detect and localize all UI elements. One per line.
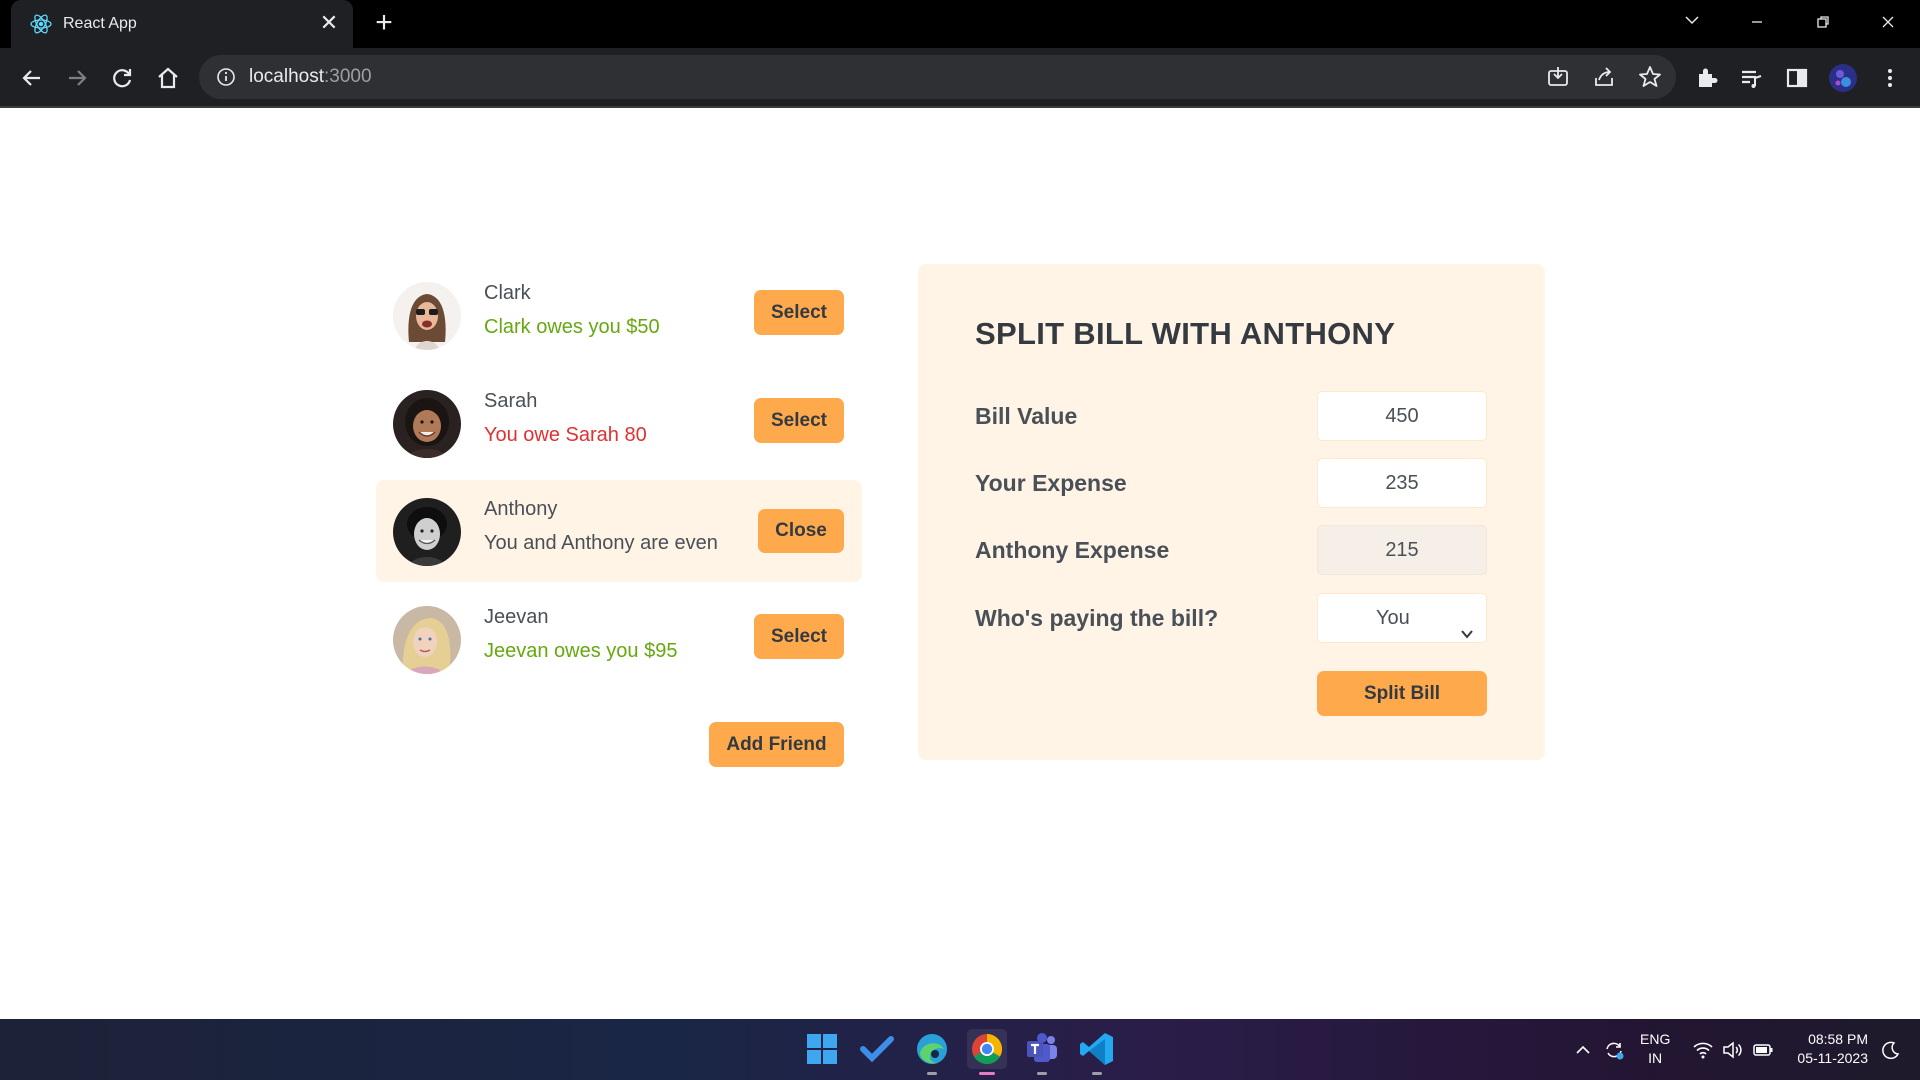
select-friend-button[interactable]: Select — [754, 398, 844, 443]
friend-name: Clark — [484, 282, 531, 304]
close-tab-icon[interactable]: ✕ — [317, 12, 341, 36]
running-indicator — [979, 1072, 995, 1075]
tab-title: React App — [63, 15, 137, 32]
react-logo-icon — [29, 12, 53, 36]
clock[interactable]: 08:58 PM 05-11-2023 — [1792, 1031, 1868, 1066]
avatar — [393, 390, 461, 458]
running-indicator — [1092, 1072, 1102, 1075]
select-friend-button[interactable]: Select — [754, 290, 844, 335]
address-bar[interactable]: localhost:3000 — [199, 55, 1676, 99]
friend-balance: You owe Sarah 80 — [484, 424, 647, 446]
bill-value-input[interactable]: 450 — [1317, 391, 1487, 441]
add-friend-button[interactable]: Add Friend — [709, 722, 844, 767]
show-hidden-icons-icon[interactable] — [1572, 1039, 1594, 1061]
browser-toolbar: localhost:3000 — [0, 48, 1920, 108]
split-bill-button[interactable]: Split Bill — [1317, 671, 1487, 716]
wifi-icon[interactable] — [1692, 1039, 1714, 1061]
friend-item-sarah: Sarah You owe Sarah 80 Select — [376, 372, 862, 474]
bookmark-star-icon[interactable] — [1637, 64, 1663, 90]
vscode-app-icon[interactable] — [1077, 1029, 1117, 1075]
friend-balance: You and Anthony are even — [484, 532, 718, 554]
friend-balance: Jeevan owes you $95 — [484, 640, 678, 662]
minimize-icon[interactable] — [1741, 8, 1773, 40]
running-indicator — [927, 1072, 937, 1075]
tab-search-icon[interactable] — [1676, 8, 1708, 40]
friend-expense-label: Anthony Expense — [975, 537, 1170, 563]
friend-name: Sarah — [484, 390, 538, 412]
your-expense-label: Your Expense — [975, 470, 1127, 496]
your-expense-input[interactable]: 235 — [1317, 458, 1487, 508]
payer-select[interactable]: You — [1317, 593, 1487, 643]
browser-tab[interactable]: React App ✕ — [11, 0, 353, 48]
side-panel-icon[interactable] — [1781, 62, 1813, 94]
close-window-icon[interactable] — [1872, 8, 1904, 40]
friend-item-clark: Clark Clark owes you $50 Select — [376, 264, 862, 366]
friend-name: Jeevan — [484, 606, 549, 628]
friend-balance: Clark owes you $50 — [484, 316, 660, 338]
todo-app-icon[interactable] — [857, 1029, 897, 1069]
clock-date: 05-11-2023 — [1797, 1050, 1868, 1066]
do-not-disturb-icon[interactable] — [1880, 1039, 1902, 1061]
sync-icon[interactable] — [1603, 1039, 1625, 1061]
home-icon[interactable] — [152, 62, 184, 94]
new-tab-icon[interactable]: + — [370, 8, 398, 38]
avatar — [393, 606, 461, 674]
restore-icon[interactable] — [1807, 8, 1839, 40]
browser-tab-bar: React App ✕ + — [0, 0, 1920, 48]
teams-app-icon[interactable] — [1022, 1029, 1062, 1075]
friend-item-jeevan: Jeevan Jeevan owes you $95 Select — [376, 588, 862, 690]
app-page: Clark Clark owes you $50 Select Sarah Yo… — [0, 110, 1920, 1019]
profile-avatar[interactable] — [1827, 62, 1859, 94]
url-host: localhost — [249, 66, 324, 87]
back-icon[interactable] — [16, 62, 48, 94]
reload-icon[interactable] — [106, 62, 138, 94]
friend-item-anthony: Anthony You and Anthony are even Close — [376, 480, 862, 582]
payer-label: Who's paying the bill? — [975, 605, 1219, 631]
split-bill-form: SPLIT BILL WITH ANTHONY Bill Value 450 Y… — [918, 264, 1545, 760]
extensions-icon[interactable] — [1690, 62, 1722, 94]
url-text: localhost:3000 — [249, 66, 372, 88]
site-info-icon[interactable] — [215, 66, 237, 88]
avatar — [393, 498, 461, 566]
close-friend-button[interactable]: Close — [758, 509, 844, 553]
friend-expense-input: 215 — [1317, 525, 1487, 575]
running-indicator — [1037, 1072, 1047, 1075]
share-icon[interactable] — [1591, 64, 1617, 90]
bill-value-label: Bill Value — [975, 403, 1078, 429]
payer-selected-value: You — [1376, 607, 1410, 629]
windows-taskbar: ENG IN 08:58 PM 05-11-2023 — [0, 1019, 1920, 1080]
more-menu-icon[interactable] — [1874, 62, 1906, 94]
install-app-icon[interactable] — [1545, 64, 1571, 90]
volume-icon[interactable] — [1721, 1039, 1743, 1061]
url-port: :3000 — [324, 66, 372, 87]
friend-name: Anthony — [484, 498, 558, 520]
language-indicator[interactable]: ENG IN — [1640, 1031, 1670, 1066]
start-menu-icon[interactable] — [802, 1029, 842, 1069]
chrome-browser-icon[interactable] — [967, 1029, 1007, 1075]
form-title: SPLIT BILL WITH ANTHONY — [975, 316, 1396, 351]
language-text: ENG — [1640, 1031, 1671, 1047]
avatar — [393, 282, 461, 350]
forward-icon[interactable] — [61, 62, 93, 94]
region-text: IN — [1648, 1050, 1663, 1066]
edge-browser-icon[interactable] — [912, 1029, 952, 1075]
media-controls-icon[interactable] — [1735, 62, 1767, 94]
clock-time: 08:58 PM — [1808, 1031, 1868, 1047]
select-friend-button[interactable]: Select — [754, 614, 844, 659]
chevron-down-icon — [1460, 611, 1474, 639]
battery-icon[interactable] — [1752, 1039, 1774, 1061]
